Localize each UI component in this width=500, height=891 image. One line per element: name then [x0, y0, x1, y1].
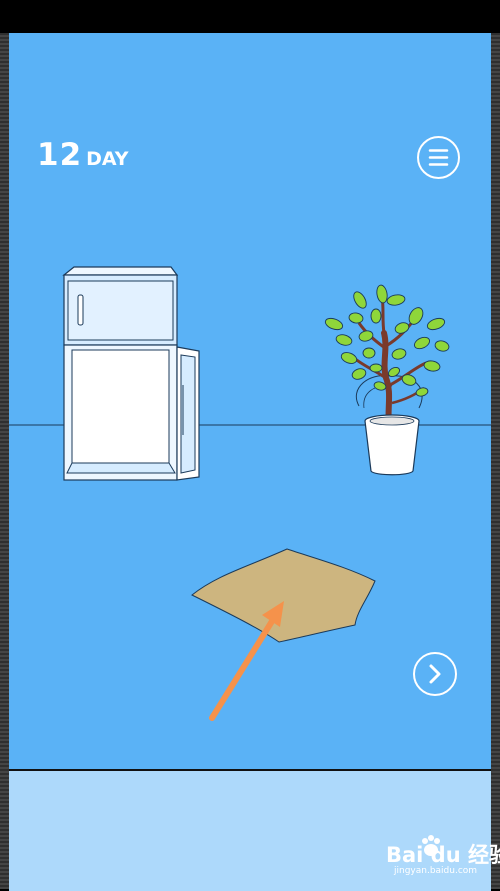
game-scene: 12 DAY: [9, 33, 491, 769]
day-number: 12: [37, 137, 83, 173]
hamburger-menu-icon: [428, 148, 448, 166]
day-label: DAY: [86, 148, 129, 170]
day-counter: 12 DAY: [37, 137, 129, 173]
menu-button[interactable]: [417, 136, 460, 179]
watermark-url: jingyan.baidu.com: [394, 866, 478, 876]
refrigerator[interactable]: [59, 265, 209, 485]
right-frame-border: [491, 33, 500, 889]
watermark: Bai du 经验 jingyan.baidu.com: [386, 835, 500, 883]
next-button[interactable]: [413, 652, 457, 696]
hint-arrow: [209, 601, 284, 721]
watermark-brand: Bai du 经验: [386, 843, 500, 867]
potted-plant[interactable]: [314, 284, 464, 488]
left-frame-border: [0, 33, 9, 889]
status-bar: [0, 0, 500, 33]
chevron-right-icon: [429, 664, 440, 683]
